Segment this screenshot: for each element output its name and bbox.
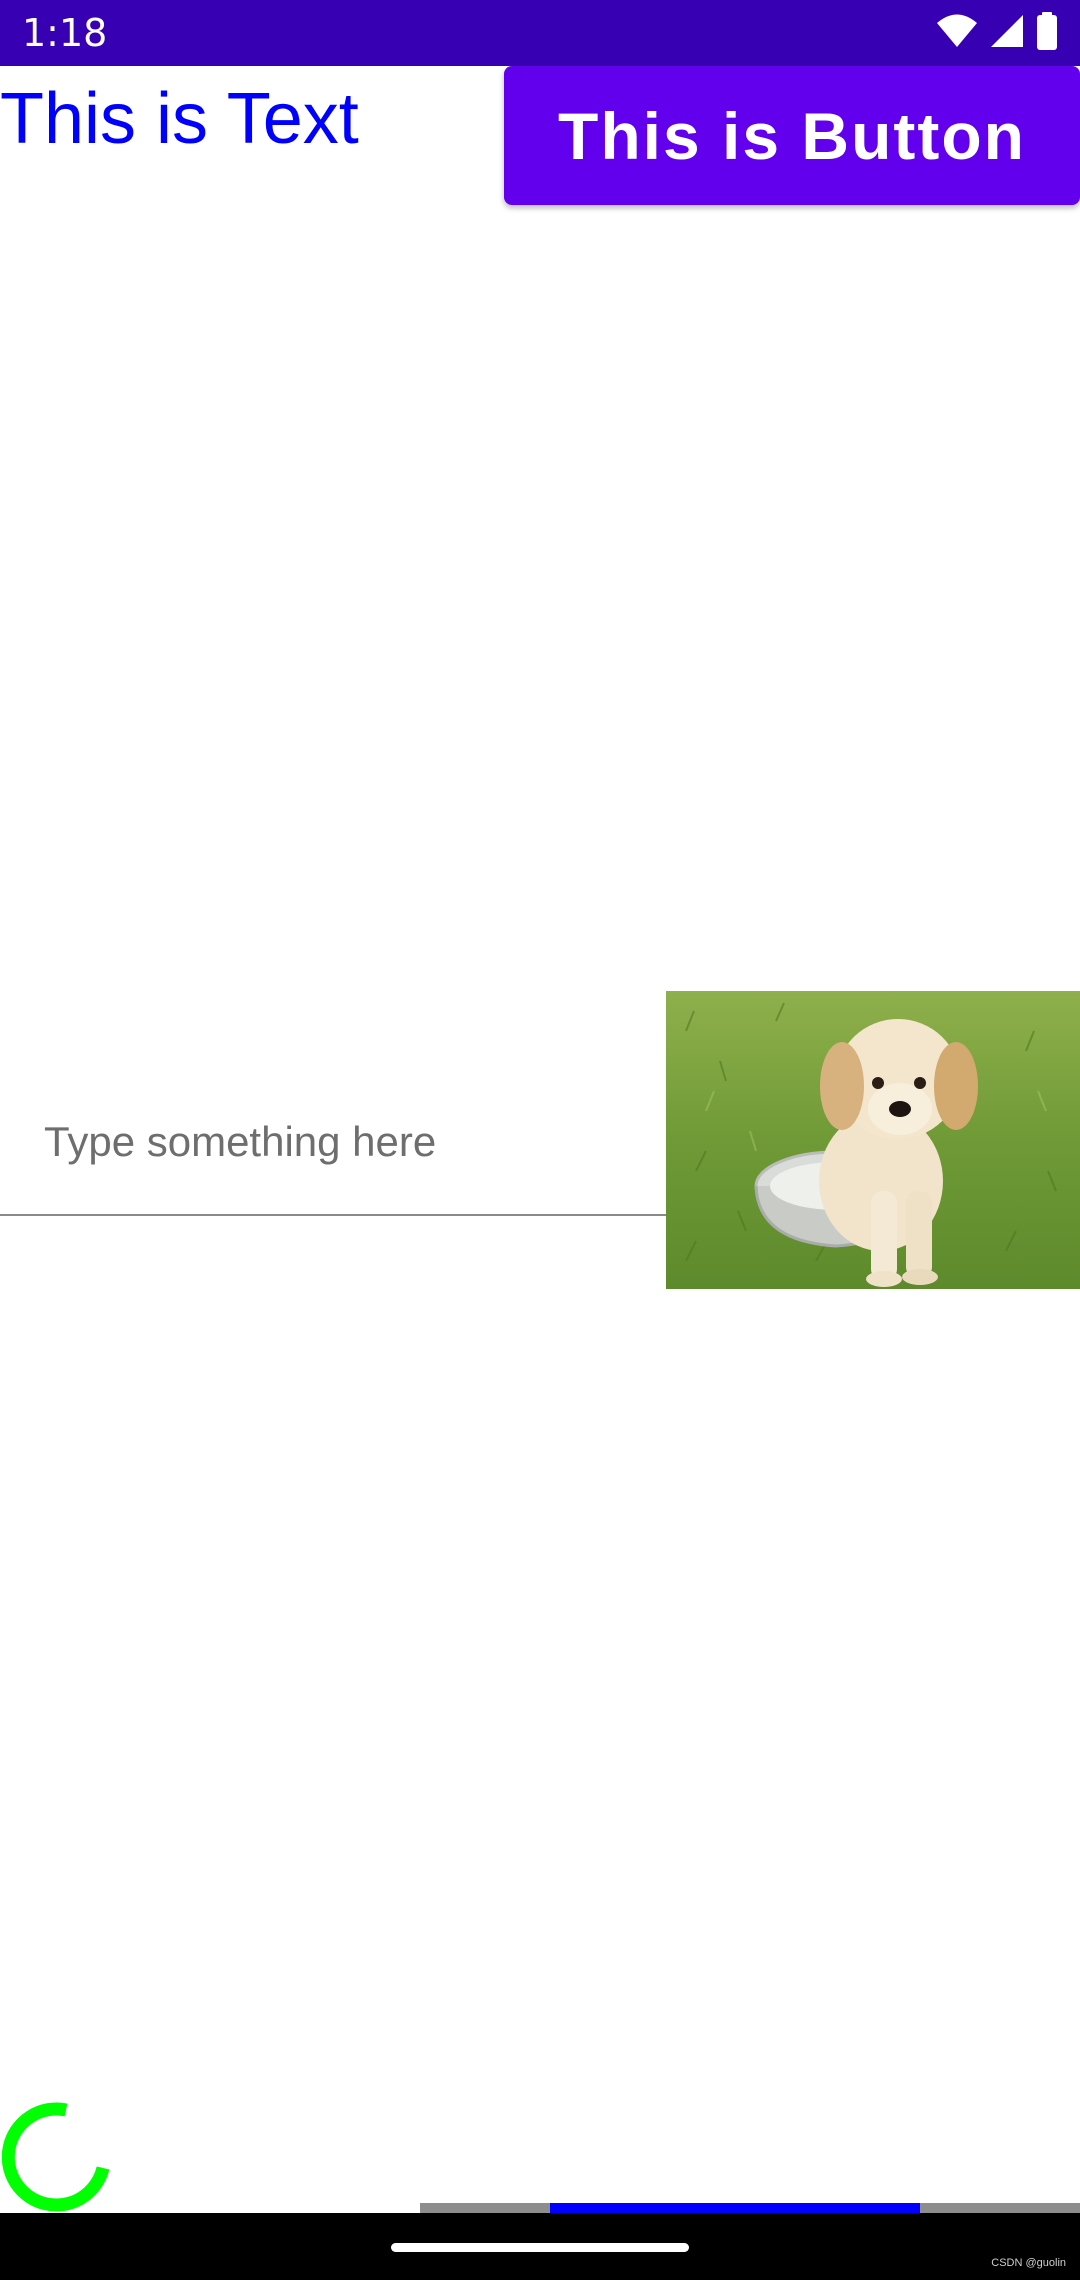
main-button[interactable]: This is Button xyxy=(504,66,1080,205)
status-icons xyxy=(936,12,1058,54)
edit-text-field[interactable] xyxy=(0,1090,666,1216)
status-bar: 1:18 xyxy=(0,0,1080,66)
watermark: CSDN @guolin xyxy=(991,2257,1066,2269)
home-gesture-handle[interactable] xyxy=(391,2243,689,2252)
battery-icon xyxy=(1036,12,1058,54)
puppy-image xyxy=(666,991,1080,1289)
screen: 1:18 This is Text This is Button Type so… xyxy=(0,0,1080,2280)
signal-icon xyxy=(990,14,1024,52)
navigation-bar: CSDN @guolin xyxy=(0,2213,1080,2280)
progress-bar-fill xyxy=(550,2203,920,2213)
text-view: This is Text xyxy=(0,79,359,159)
progress-spinner xyxy=(1,2102,110,2212)
horizontal-progress-bar xyxy=(420,2203,1080,2213)
wifi-icon xyxy=(936,14,978,52)
status-time: 1:18 xyxy=(22,11,108,55)
edit-text-input[interactable] xyxy=(44,1112,644,1172)
